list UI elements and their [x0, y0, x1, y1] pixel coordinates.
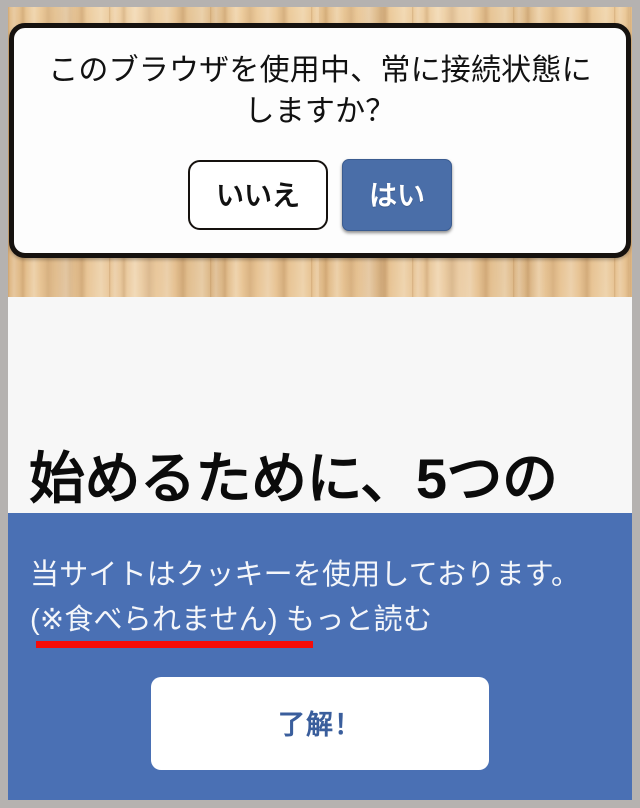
cookie-notice-text: 当サイトはクッキーを使用しております。 (※食べられません) もっと読む [30, 553, 610, 648]
screen-frame: このブラウザを使用中、常に接続状態にしますか？ いいえ はい 始めるために、5つ… [0, 0, 640, 808]
dialog-button-row: いいえ はい [30, 158, 610, 231]
cookie-action-row: 了解！ [30, 676, 610, 770]
dialog-message-text: このブラウザを使用中、常に接続状態にしますか？ [48, 54, 592, 129]
cookie-consent-banner: 当サイトはクッキーを使用しております。 (※食べられません) もっと読む 了解！ [8, 513, 632, 800]
connection-prompt-dialog: このブラウザを使用中、常に接続状態にしますか？ いいえ はい [9, 23, 631, 258]
cookie-notice-joke: (※食べられません) [30, 603, 313, 648]
accept-connection-button[interactable]: はい [342, 158, 453, 231]
cookie-text-spacer [278, 604, 286, 636]
cookie-notice-main: 当サイトはクッキーを使用しております。 [30, 559, 581, 591]
red-underline-marker [36, 640, 313, 648]
decline-button[interactable]: いいえ [187, 159, 328, 230]
read-more-link[interactable]: もっと読む [286, 604, 432, 636]
cookie-notice-joke-text: (※食べられません) [30, 603, 278, 636]
cookie-accept-button[interactable]: 了解！ [151, 676, 489, 770]
page-title: 始めるために、5つの [29, 446, 558, 510]
browser-viewport: このブラウザを使用中、常に接続状態にしますか？ いいえ はい 始めるために、5つ… [8, 7, 632, 800]
page-content-area: 始めるために、5つの [8, 297, 632, 513]
